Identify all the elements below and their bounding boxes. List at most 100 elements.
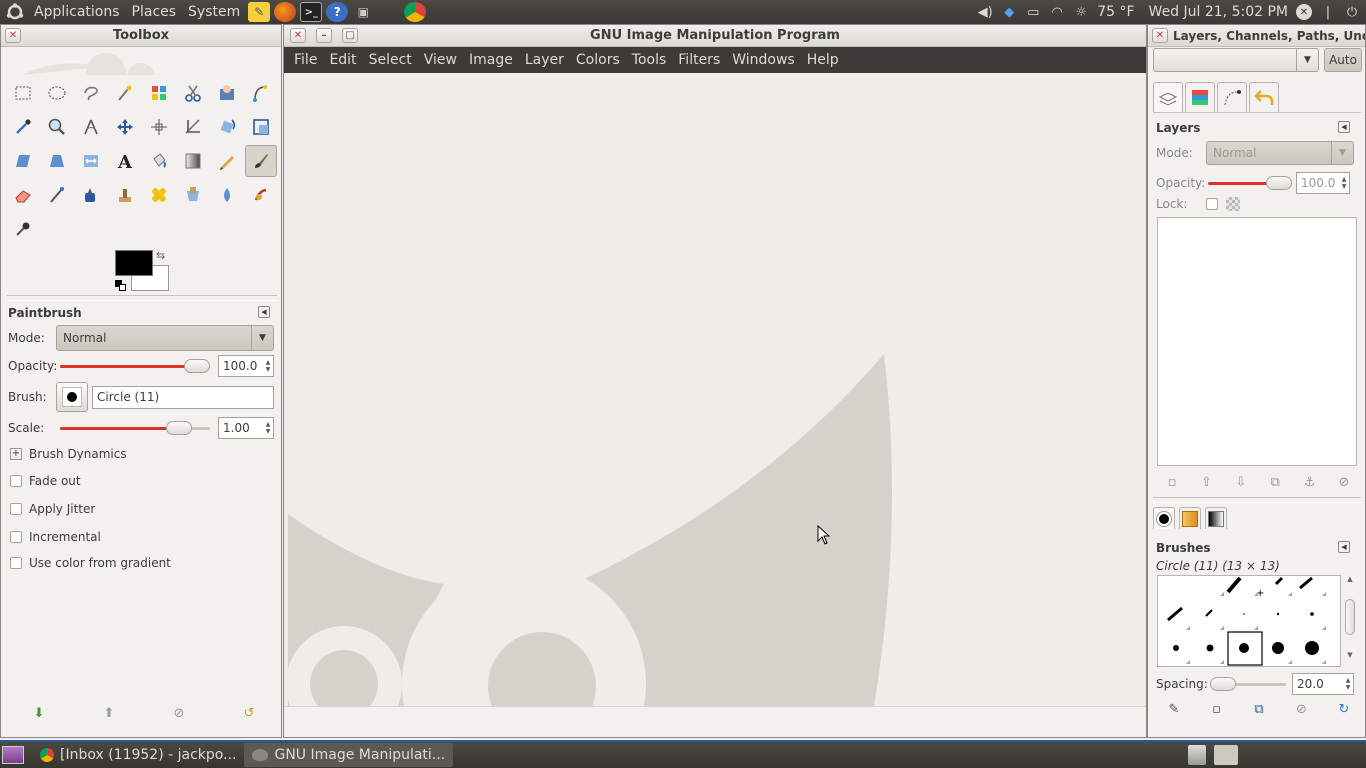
brush-preview-button[interactable] xyxy=(56,382,88,412)
menu-view[interactable]: View xyxy=(418,52,463,68)
tab-undo[interactable] xyxy=(1249,82,1279,112)
duplicate-layer-icon[interactable]: ⧉ xyxy=(1265,472,1285,492)
slider-knob[interactable] xyxy=(166,421,192,435)
blend-icon[interactable] xyxy=(177,145,209,177)
opacity-spin[interactable]: 100.0 ▲ ▼ xyxy=(218,355,274,377)
menu-file[interactable]: File xyxy=(288,52,323,68)
restore-options-icon[interactable]: ⬆ xyxy=(99,703,119,723)
paintbrush-icon[interactable] xyxy=(245,145,277,177)
brush-grid-scrollbar[interactable]: ▲ ▼ xyxy=(1343,575,1357,667)
blur-icon[interactable] xyxy=(211,179,243,211)
flip-icon[interactable] xyxy=(75,145,107,177)
scale-spin[interactable]: 1.00 ▲ ▼ xyxy=(218,417,274,439)
measure-icon[interactable] xyxy=(75,111,107,143)
ellipse-select-icon[interactable] xyxy=(41,77,73,109)
terminal-icon[interactable]: >_ xyxy=(300,2,323,22)
layers-list[interactable] xyxy=(1157,217,1357,466)
move-icon[interactable] xyxy=(109,111,141,143)
pencil-icon[interactable] xyxy=(211,145,243,177)
toolbox-close-button[interactable]: ✕ xyxy=(5,28,21,43)
smudge-icon[interactable] xyxy=(245,179,277,211)
delete-options-icon[interactable]: ⊘ xyxy=(169,703,189,723)
layers-mode-combo[interactable]: Normal ▼ xyxy=(1206,141,1354,165)
clone-icon[interactable] xyxy=(109,179,141,211)
dock-close-button[interactable]: ✕ xyxy=(1152,28,1168,43)
display-icon[interactable]: ▭ xyxy=(1025,4,1041,20)
mode-combo[interactable]: Normal ▼ xyxy=(56,325,274,351)
slider-knob[interactable] xyxy=(1210,677,1236,691)
main-close-button[interactable]: ✕ xyxy=(290,28,306,43)
spacing-slider[interactable] xyxy=(1210,677,1286,691)
menu-filters[interactable]: Filters xyxy=(672,52,726,68)
apply-jitter-checkbox[interactable]: Apply Jitter xyxy=(10,502,95,516)
rect-select-icon[interactable] xyxy=(7,77,39,109)
swap-colors-icon[interactable]: ⇆ xyxy=(156,249,165,262)
menu-places[interactable]: Places xyxy=(126,0,183,24)
heal-icon[interactable] xyxy=(143,179,175,211)
scroll-down-icon[interactable]: ▼ xyxy=(1347,651,1352,659)
paths-icon[interactable] xyxy=(245,77,277,109)
menu-colors[interactable]: Colors xyxy=(570,52,626,68)
new-layer-icon[interactable]: ▫ xyxy=(1162,472,1182,492)
scroll-up-icon[interactable]: ▲ xyxy=(1347,575,1352,583)
brush-dynamics-expander[interactable]: + Brush Dynamics xyxy=(10,447,127,461)
spacing-spin[interactable]: 20.0 ▲ ▼ xyxy=(1292,673,1354,695)
brush-name-field[interactable]: Circle (11) xyxy=(92,385,274,409)
foreground-select-icon[interactable] xyxy=(211,77,243,109)
close-session-icon[interactable]: ✕ xyxy=(1296,4,1312,20)
task-chrome-inbox[interactable]: [Inbox (11952) - jackpo... xyxy=(32,743,244,767)
weather-icon[interactable]: ☼ xyxy=(1073,4,1089,20)
fuzzy-select-icon[interactable] xyxy=(109,77,141,109)
chrome-icon[interactable] xyxy=(404,2,427,22)
empty-canvas-drop-area[interactable] xyxy=(284,74,1146,706)
menu-help[interactable]: Help xyxy=(801,52,845,68)
fade-out-checkbox[interactable]: Fade out xyxy=(10,474,81,488)
dodge-burn-icon[interactable] xyxy=(7,213,39,245)
foreground-color-swatch[interactable] xyxy=(115,250,153,276)
menu-select[interactable]: Select xyxy=(363,52,418,68)
task-gimp[interactable]: GNU Image Manipulati... xyxy=(244,743,454,767)
scale-slider[interactable] xyxy=(60,421,210,435)
tool-options-menu-button[interactable]: ◀ xyxy=(258,306,270,318)
reset-options-icon[interactable]: ↺ xyxy=(239,703,259,723)
free-select-icon[interactable] xyxy=(75,77,107,109)
checkbox-box[interactable] xyxy=(10,475,22,487)
spin-arrows-icon[interactable]: ▲ ▼ xyxy=(1343,674,1353,694)
slider-knob[interactable] xyxy=(1266,176,1292,190)
edit-brush-icon[interactable]: ✎ xyxy=(1164,699,1184,719)
airbrush-icon[interactable] xyxy=(41,179,73,211)
help-icon[interactable]: ? xyxy=(326,2,349,22)
auto-button[interactable]: Auto xyxy=(1324,48,1362,72)
trash-icon[interactable] xyxy=(1188,745,1206,765)
new-brush-icon[interactable]: ▫ xyxy=(1207,699,1227,719)
menu-applications[interactable]: Applications xyxy=(28,0,126,24)
color-picker-icon[interactable] xyxy=(7,111,39,143)
raise-layer-icon[interactable]: ⇧ xyxy=(1196,472,1216,492)
scissors-select-icon[interactable] xyxy=(177,77,209,109)
menu-image[interactable]: Image xyxy=(463,52,519,68)
screenshot-icon[interactable]: ▣ xyxy=(352,2,374,22)
checkbox-box[interactable] xyxy=(10,557,22,569)
align-icon[interactable] xyxy=(143,111,175,143)
delete-brush-icon[interactable]: ⊘ xyxy=(1292,699,1312,719)
select-by-color-icon[interactable] xyxy=(143,77,175,109)
volume-icon[interactable]: ◀) xyxy=(977,4,993,20)
spin-arrows-icon[interactable]: ▲ ▼ xyxy=(263,356,273,376)
lower-layer-icon[interactable]: ⇩ xyxy=(1231,472,1251,492)
spin-arrows-icon[interactable]: ▲ ▼ xyxy=(263,418,273,438)
brushes-menu-button[interactable]: ◀ xyxy=(1338,541,1350,553)
refresh-brushes-icon[interactable]: ↻ xyxy=(1334,699,1354,719)
shear-icon[interactable] xyxy=(7,145,39,177)
image-selector-combo[interactable]: ▼ xyxy=(1153,48,1319,72)
show-desktop-icon[interactable] xyxy=(2,746,24,764)
incremental-checkbox[interactable]: Incremental xyxy=(10,530,101,544)
scroll-thumb[interactable] xyxy=(1345,599,1355,635)
use-color-from-gradient-checkbox[interactable]: Use color from gradient xyxy=(10,556,171,570)
text-icon[interactable]: A xyxy=(109,145,141,177)
lock-alpha-icon[interactable] xyxy=(1226,197,1240,211)
opacity-slider[interactable] xyxy=(60,359,210,373)
perspective-clone-icon[interactable] xyxy=(177,179,209,211)
tab-gradients[interactable] xyxy=(1205,507,1227,529)
layers-menu-button[interactable]: ◀ xyxy=(1338,121,1350,133)
dropbox-icon[interactable]: ◆ xyxy=(1001,4,1017,20)
